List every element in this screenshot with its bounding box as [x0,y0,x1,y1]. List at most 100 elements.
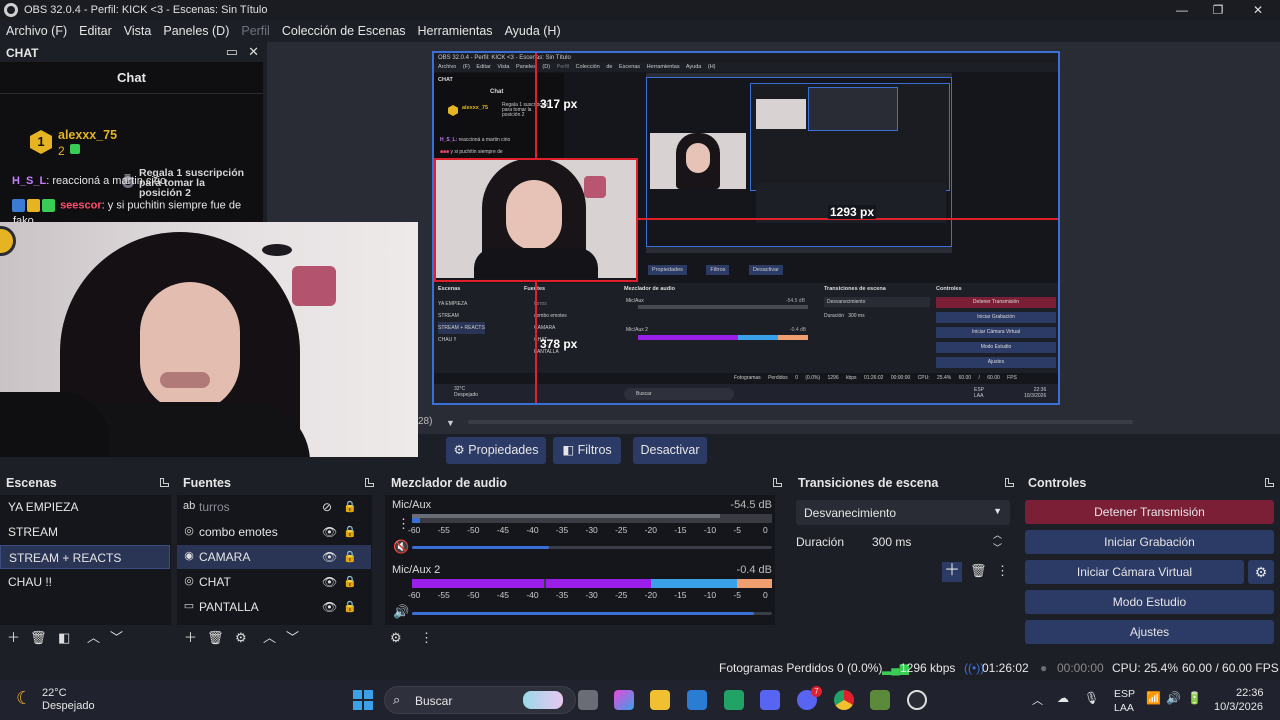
clock-time[interactable]: 22:36 [1236,687,1264,699]
word-icon[interactable] [687,690,707,710]
copilot-icon[interactable] [614,690,634,710]
menu-docks[interactable]: Paneles (D) [163,24,229,38]
properties-label: Propiedades [468,443,539,457]
menu-file[interactable]: Archivo (F) [6,24,67,38]
menu-help[interactable]: Ayuda (H) [505,24,561,38]
increment-icon[interactable]: ︿ [993,528,1002,541]
chat-username[interactable]: H_S_L [12,175,46,187]
taskbar-search-input[interactable]: ⌕ Buscar [384,686,576,714]
selection-box[interactable] [434,158,638,282]
start-recording-button[interactable]: Iniciar Grabación [1025,530,1274,554]
duration-field[interactable]: 300 ms ︿ ﹀ [846,529,1010,555]
add-transition-icon[interactable]: ＋ [942,562,962,582]
eye-icon[interactable]: 👁 [322,520,337,544]
lock-icon[interactable]: 🔒 [343,570,357,594]
studio-mode-button[interactable]: Modo Estudio [1025,590,1274,614]
scene-filters-icon[interactable]: ◧ [58,631,70,645]
remove-transition-icon[interactable]: 🗑 [970,564,987,578]
eye-icon[interactable]: 👁 [322,570,337,594]
maximize-button[interactable]: ❐ [1200,0,1236,20]
language-code[interactable]: ESP [1114,688,1135,700]
search-placeholder: Buscar [415,694,453,708]
move-down-icon[interactable]: ﹀ [110,631,123,645]
remove-scene-icon[interactable]: 🗑 [30,631,47,645]
menu-view[interactable]: Vista [124,24,152,38]
undock-icon[interactable] [773,478,782,487]
lock-icon[interactable]: 🔒 [343,545,357,569]
source-item[interactable]: ◎ CHAT 👁 🔒 [177,570,371,594]
remove-source-icon[interactable]: 🗑 [207,631,224,645]
menu-edit[interactable]: Editar [79,24,112,38]
cloud-icon[interactable]: ☁ [1057,691,1069,705]
start-virtual-camera-button[interactable]: Iniciar Cámara Virtual [1025,560,1244,584]
eye-icon[interactable]: 👁 [322,595,337,619]
close-window-button[interactable]: ✕ [1240,0,1276,20]
source-item[interactable]: ▭ PANTALLA 👁 🔒 [177,595,371,619]
chrome-icon[interactable] [834,690,854,710]
virtualcam-settings-icon[interactable]: ⚙ [1248,560,1274,584]
transition-menu-icon[interactable]: ⋮ [996,564,1009,578]
move-up-icon[interactable]: ︿ [263,631,276,645]
decrement-icon[interactable]: ﹀ [993,541,1002,554]
speaker-icon[interactable]: 🔊 [393,605,409,619]
volume-icon[interactable]: 🔊 [1166,691,1181,705]
muted-speaker-icon[interactable]: 🔇 [393,540,409,554]
lock-icon[interactable]: 🔒 [343,495,357,519]
add-scene-icon[interactable]: ＋ [7,631,20,645]
weather-temp[interactable]: 22°C [42,687,67,699]
lock-icon[interactable]: 🔒 [343,520,357,544]
microphone-icon[interactable]: 🎙 [1084,691,1099,705]
weather-desc[interactable]: Despejado [42,700,95,712]
wifi-icon[interactable]: 📶 [1146,691,1161,705]
move-up-icon[interactable]: ︿ [87,631,100,645]
hidden-eye-icon[interactable]: ⊘ [322,495,332,519]
source-item-selected[interactable]: ◉ CAMARA 👁 🔒 [177,545,371,569]
chat-username[interactable]: seescor [60,199,102,211]
preview-scrollbar[interactable] [468,420,1133,424]
menu-tools[interactable]: Herramientas [418,24,493,38]
properties-button[interactable]: ⚙ Propiedades [446,437,546,464]
screen-capture-source[interactable]: OBS 32.0.4 - Perfil: KICK <3 - Escenas: … [432,51,1060,405]
undock-icon[interactable] [365,478,374,487]
close-dock-icon[interactable]: ✕ [248,44,259,60]
file-explorer-icon[interactable] [650,690,670,710]
undock-icon[interactable] [1005,478,1014,487]
eye-icon[interactable]: 👁 [322,545,337,569]
scale-tick: -45 [496,525,510,535]
undock-icon[interactable] [160,478,169,487]
tray-expand-icon[interactable]: ︿ [1032,692,1043,708]
scene-item[interactable]: STREAM [0,520,170,544]
minecraft-icon[interactable] [870,690,890,710]
add-source-icon[interactable]: ＋ [184,631,197,645]
discord-icon[interactable] [760,690,780,710]
source-properties-icon[interactable]: ⚙ [235,631,247,645]
source-item[interactable]: ab turros ⊘ 🔒 [177,495,371,519]
spotify-icon[interactable] [724,690,744,710]
mixer-menu-icon[interactable]: ⋮ [420,631,433,645]
scene-item[interactable]: CHAU !! [0,570,170,594]
task-view-icon[interactable] [578,690,598,710]
menu-scene-collection[interactable]: Colección de Escenas [282,24,406,38]
undock-icon[interactable] [1265,478,1274,487]
text-icon: ab [183,500,196,512]
filters-button[interactable]: ◧ Filtros [553,437,621,464]
windows-start-icon[interactable] [353,690,373,710]
keyboard-layout[interactable]: LAA [1114,702,1134,714]
battery-icon[interactable]: 🔋 [1187,691,1202,705]
preview-dropdown-icon[interactable]: ▼ [446,418,455,428]
minimize-button[interactable]: — [1164,0,1200,20]
menu-profile[interactable]: Perfil [241,24,269,38]
clock-date[interactable]: 10/3/2026 [1214,701,1263,713]
transition-select[interactable]: Desvanecimiento ▼ [796,500,1010,525]
scene-item[interactable]: YA EMPIEZA [0,495,170,519]
lock-icon[interactable]: 🔒 [343,595,357,619]
obs-taskbar-icon[interactable] [907,690,927,710]
settings-button[interactable]: Ajustes [1025,620,1274,644]
scene-item-selected[interactable]: STREAM + REACTS [0,545,170,569]
advanced-audio-icon[interactable]: ⚙ [390,631,402,645]
source-item[interactable]: ◎ combo emotes 👁 🔒 [177,520,371,544]
undock-icon[interactable]: ▭ [226,44,238,60]
move-down-icon[interactable]: ﹀ [286,631,299,645]
stop-streaming-button[interactable]: Detener Transmisión [1025,500,1274,524]
deactivate-button[interactable]: Desactivar [633,437,707,464]
